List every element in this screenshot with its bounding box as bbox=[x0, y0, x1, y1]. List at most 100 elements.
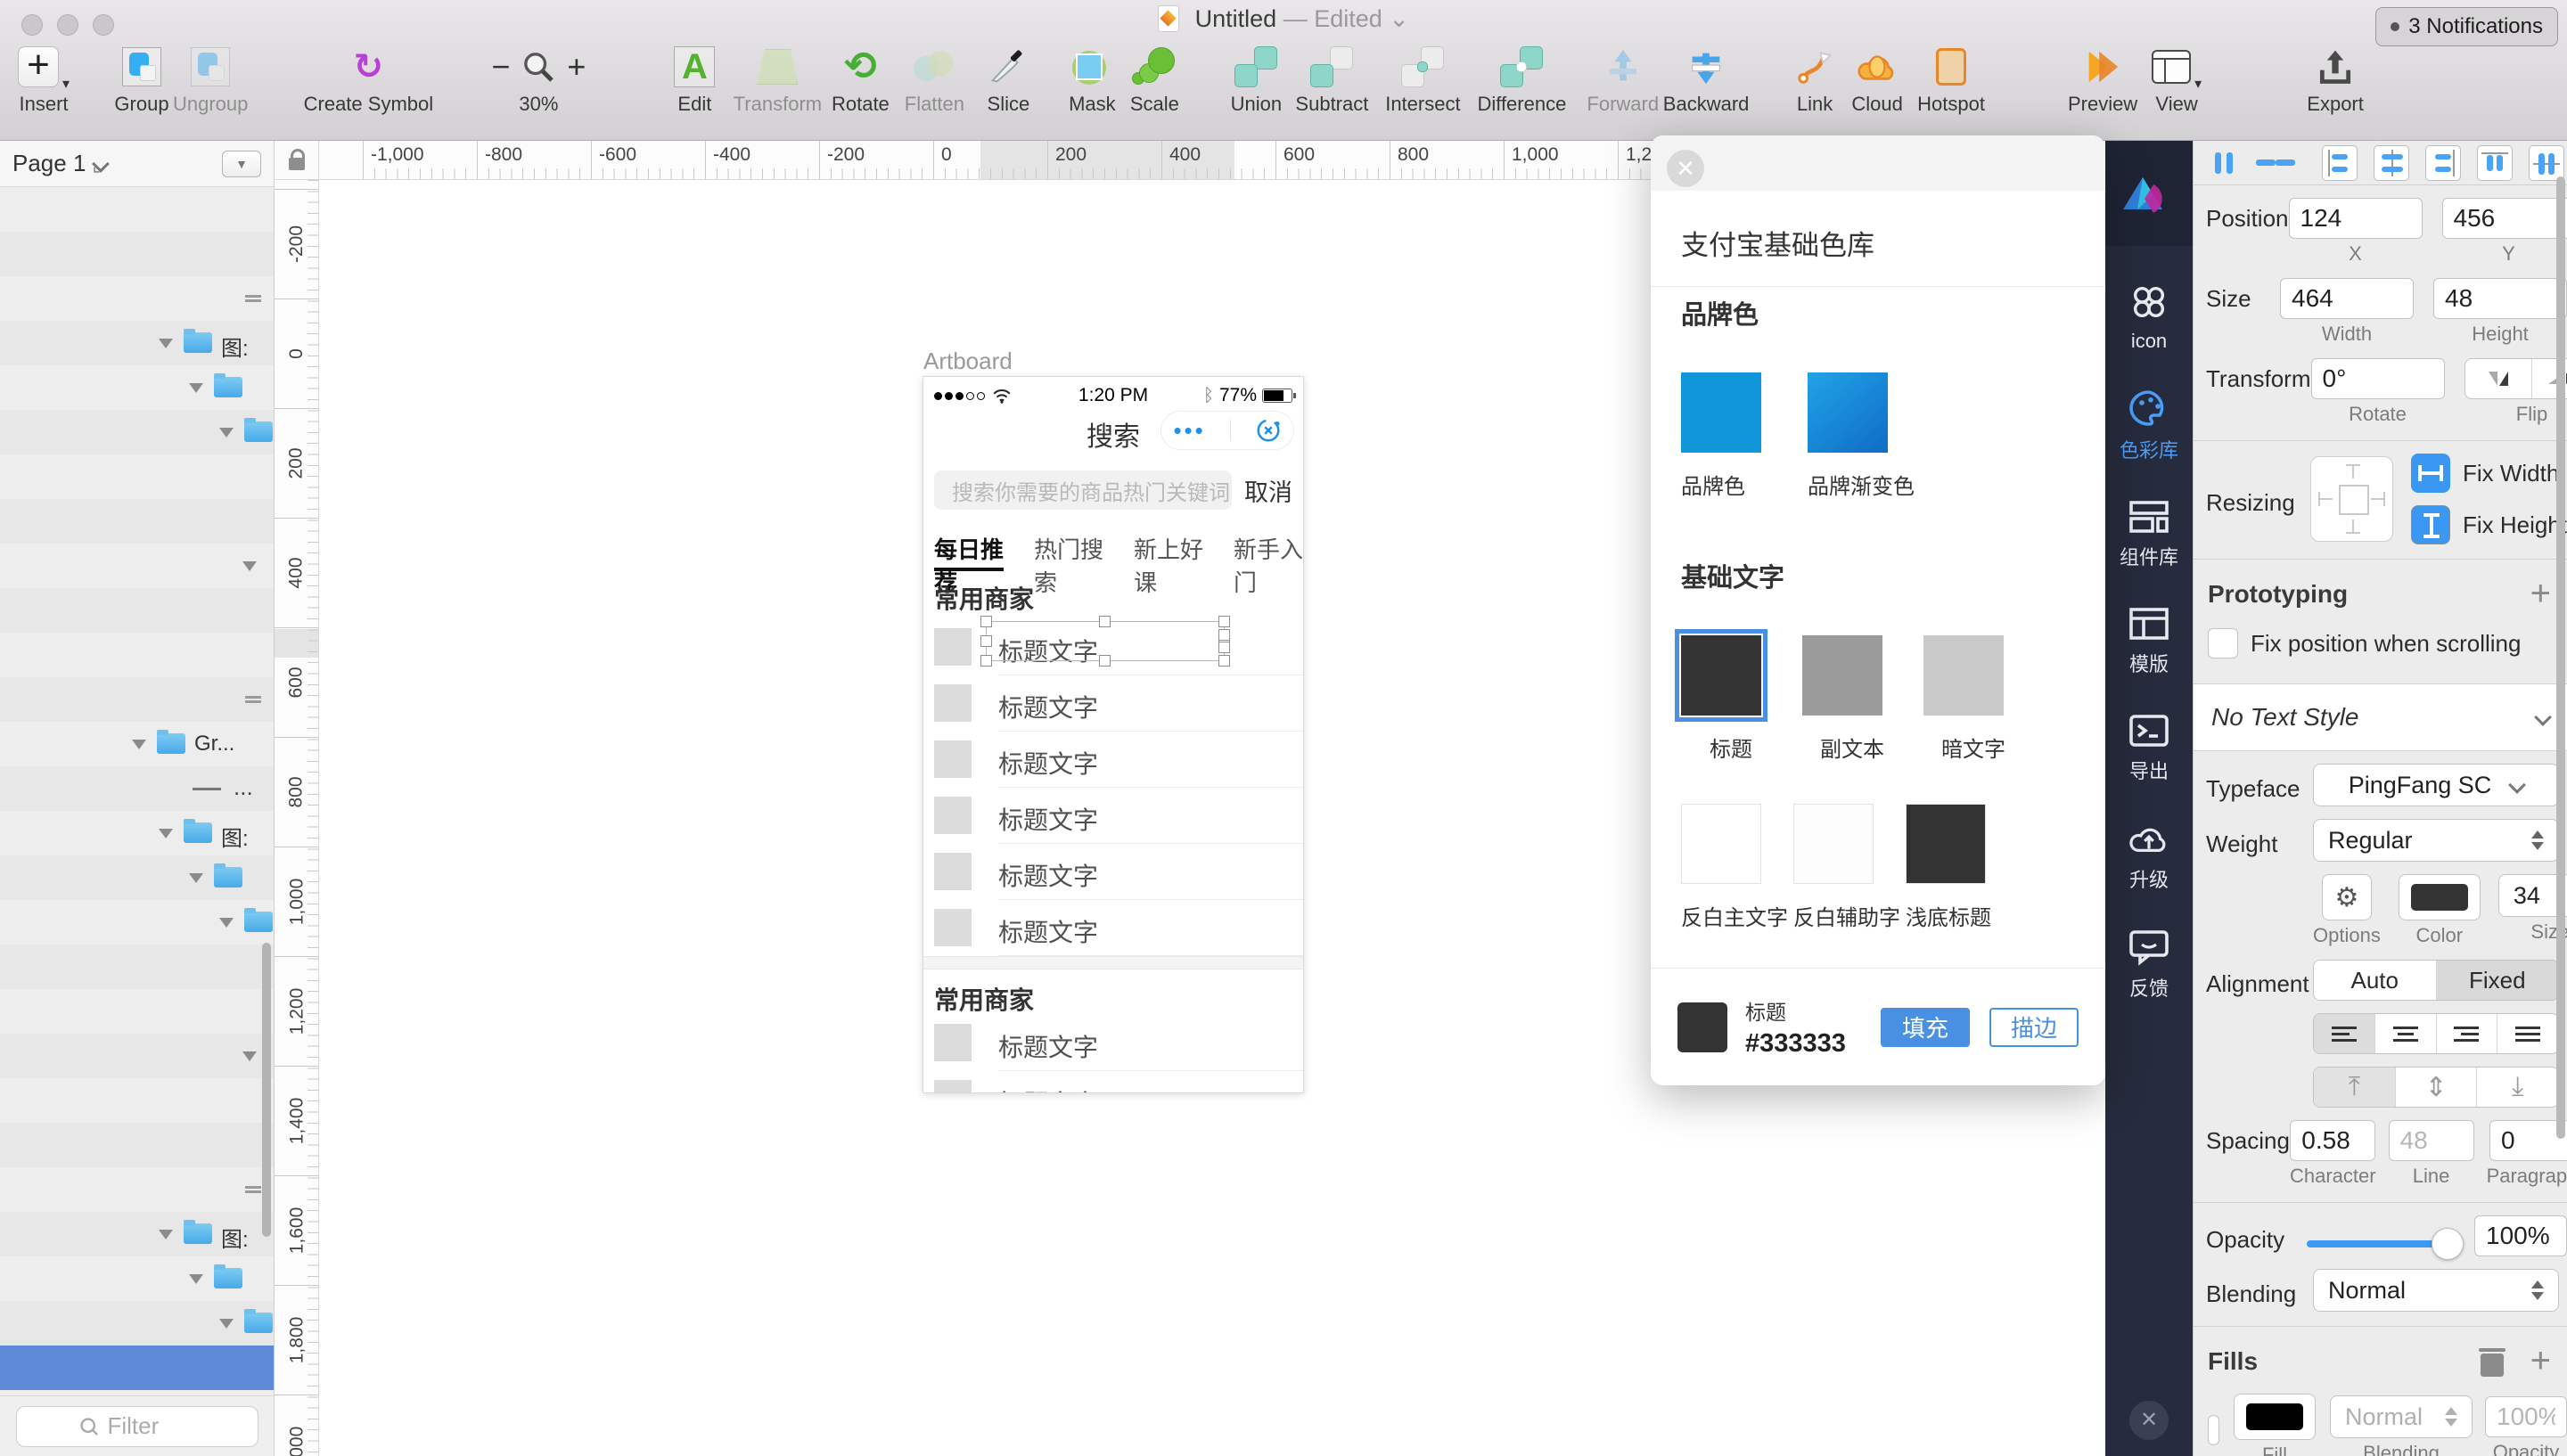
phone-search-input[interactable]: 搜索你需要的商品热门关键词 bbox=[934, 470, 1232, 510]
ungroup-button[interactable]: Ungroup bbox=[173, 41, 248, 116]
layer-row[interactable] bbox=[0, 454, 274, 499]
plugin-item-templates[interactable]: 模版 bbox=[2105, 606, 2193, 677]
list-item[interactable]: 标题文字 bbox=[923, 675, 1303, 732]
layer-row-group[interactable]: Gr... bbox=[0, 722, 274, 766]
align-text-middle-button[interactable]: ⇕ bbox=[2395, 1067, 2477, 1107]
mask-button[interactable]: Mask bbox=[1061, 41, 1123, 116]
align-left-button[interactable] bbox=[2322, 145, 2358, 181]
layer-row-folder[interactable]: 图: bbox=[0, 321, 274, 365]
disclosure-triangle-icon[interactable] bbox=[242, 561, 257, 571]
layer-row[interactable] bbox=[0, 633, 274, 677]
disclosure-triangle-icon[interactable] bbox=[242, 1051, 257, 1061]
list-item[interactable]: 标题文字 bbox=[923, 844, 1303, 900]
layer-row[interactable] bbox=[0, 276, 274, 321]
page-selector[interactable]: Page 1⌄ ▼ bbox=[0, 141, 274, 187]
layer-row[interactable] bbox=[0, 544, 274, 588]
color-swatch[interactable] bbox=[1793, 804, 1874, 884]
position-x-input[interactable] bbox=[2289, 198, 2423, 239]
fill-button[interactable]: 填充 bbox=[1881, 1008, 1970, 1047]
page-list-dropdown-button[interactable]: ▼ bbox=[222, 151, 261, 177]
disclosure-triangle-icon[interactable] bbox=[159, 829, 173, 838]
cloud-button[interactable]: Cloud bbox=[1846, 41, 1908, 116]
sidebar-scrollbar[interactable] bbox=[262, 943, 271, 1237]
fill-opacity-input[interactable] bbox=[2485, 1396, 2567, 1437]
position-y-input[interactable] bbox=[2442, 198, 2567, 239]
add-fill-button[interactable]: + bbox=[2530, 1341, 2551, 1381]
align-vertical-center-button[interactable] bbox=[2529, 145, 2564, 181]
fix-width-toggle[interactable] bbox=[2411, 454, 2450, 493]
zoom-control[interactable]: − + 30% bbox=[476, 41, 601, 116]
layer-row-folder[interactable] bbox=[0, 1301, 274, 1346]
trash-icon[interactable] bbox=[2479, 1346, 2505, 1377]
layer-row[interactable] bbox=[0, 588, 274, 633]
layer-row[interactable] bbox=[0, 187, 274, 232]
rotate-button[interactable]: ⟲ Rotate bbox=[829, 41, 891, 116]
layer-row-folder[interactable] bbox=[0, 410, 274, 454]
paragraph-spacing-input[interactable] bbox=[2489, 1120, 2567, 1161]
alignment-fixed-button[interactable]: Fixed bbox=[2436, 961, 2559, 1000]
align-text-right-button[interactable] bbox=[2436, 1014, 2497, 1053]
more-icon[interactable]: ••• bbox=[1173, 426, 1205, 435]
plugin-item-component-library[interactable]: 组件库 bbox=[2105, 499, 2193, 570]
group-button[interactable]: Group bbox=[111, 41, 173, 116]
close-icon[interactable]: ✕ bbox=[1667, 150, 1704, 187]
color-swatch[interactable] bbox=[1906, 804, 1986, 884]
difference-button[interactable]: Difference bbox=[1469, 41, 1574, 116]
layer-row-folder[interactable]: 图: bbox=[0, 811, 274, 855]
text-options-button[interactable]: ⚙ bbox=[2322, 874, 2372, 920]
layer-row-folder[interactable]: 图: bbox=[0, 1212, 274, 1256]
tab-new-course[interactable]: 新上好课 bbox=[1134, 525, 1203, 571]
disclosure-triangle-icon[interactable] bbox=[159, 1230, 173, 1239]
edit-button[interactable]: A Edit bbox=[663, 41, 726, 116]
color-swatch[interactable] bbox=[1681, 372, 1761, 453]
align-text-justify-button[interactable] bbox=[2497, 1014, 2558, 1053]
intersect-button[interactable]: Intersect bbox=[1376, 41, 1469, 116]
fix-height-toggle[interactable] bbox=[2411, 505, 2450, 544]
create-symbol-button[interactable]: ↻ Create Symbol bbox=[301, 41, 435, 116]
color-swatch[interactable] bbox=[1923, 635, 2004, 716]
height-input[interactable] bbox=[2433, 278, 2567, 319]
preview-button[interactable]: Preview bbox=[2060, 41, 2145, 116]
fix-position-checkbox[interactable] bbox=[2208, 628, 2238, 658]
inspector-scrollbar[interactable] bbox=[2556, 176, 2565, 1139]
character-spacing-input[interactable] bbox=[2290, 1120, 2375, 1161]
list-item[interactable]: 标题文字 bbox=[923, 1015, 1303, 1071]
color-swatch[interactable] bbox=[1681, 635, 1761, 716]
disclosure-triangle-icon[interactable] bbox=[159, 339, 173, 348]
artboard-label[interactable]: Artboard bbox=[923, 348, 1013, 375]
color-swatch[interactable] bbox=[1681, 804, 1761, 884]
zoom-in-icon[interactable]: + bbox=[567, 48, 586, 86]
align-text-top-button[interactable]: ⤒ bbox=[2314, 1067, 2395, 1107]
layer-row-selected[interactable] bbox=[0, 1346, 274, 1390]
resizing-diagram[interactable] bbox=[2310, 456, 2393, 542]
distribute-vertically-button[interactable] bbox=[2256, 145, 2295, 181]
plugin-item-color-library[interactable]: 色彩库 bbox=[2105, 389, 2193, 463]
align-right-button[interactable] bbox=[2425, 145, 2461, 181]
layer-row[interactable] bbox=[0, 1078, 274, 1123]
rotate-input[interactable] bbox=[2311, 358, 2445, 399]
align-top-button[interactable] bbox=[2477, 145, 2513, 181]
layer-row[interactable] bbox=[0, 945, 274, 989]
layer-row[interactable] bbox=[0, 1034, 274, 1078]
slice-button[interactable]: Slice bbox=[977, 41, 1039, 116]
plugin-item-export[interactable]: 导出 bbox=[2105, 713, 2193, 784]
slider-knob[interactable] bbox=[2432, 1228, 2464, 1260]
layer-row[interactable] bbox=[0, 1123, 274, 1167]
fill-blending-dropdown[interactable]: Normal bbox=[2330, 1395, 2473, 1438]
text-style-dropdown[interactable]: No Text Style bbox=[2194, 683, 2567, 751]
layer-row-folder[interactable] bbox=[0, 1256, 274, 1301]
flatten-button[interactable]: Flatten bbox=[891, 41, 977, 116]
alignment-auto-button[interactable]: Auto bbox=[2314, 961, 2436, 1000]
artboard[interactable]: 1:20 PM ᛒ 77% 搜索 ••• bbox=[923, 376, 1304, 1093]
drag-handle-icon[interactable] bbox=[245, 295, 261, 302]
view-button[interactable]: ▾ View bbox=[2145, 41, 2208, 116]
layer-row[interactable] bbox=[0, 989, 274, 1034]
disclosure-triangle-icon[interactable] bbox=[219, 428, 234, 438]
tab-daily[interactable]: 每日推荐 bbox=[934, 525, 1004, 571]
hotspot-button[interactable]: Hotspot bbox=[1908, 41, 1994, 116]
backward-button[interactable]: Backward bbox=[1659, 41, 1753, 116]
close-circle-icon[interactable] bbox=[1255, 417, 1282, 444]
layer-row-folder[interactable] bbox=[0, 365, 274, 410]
tab-beginner[interactable]: 新手入门 bbox=[1234, 525, 1303, 571]
list-item[interactable]: 标题文字 bbox=[923, 732, 1303, 788]
